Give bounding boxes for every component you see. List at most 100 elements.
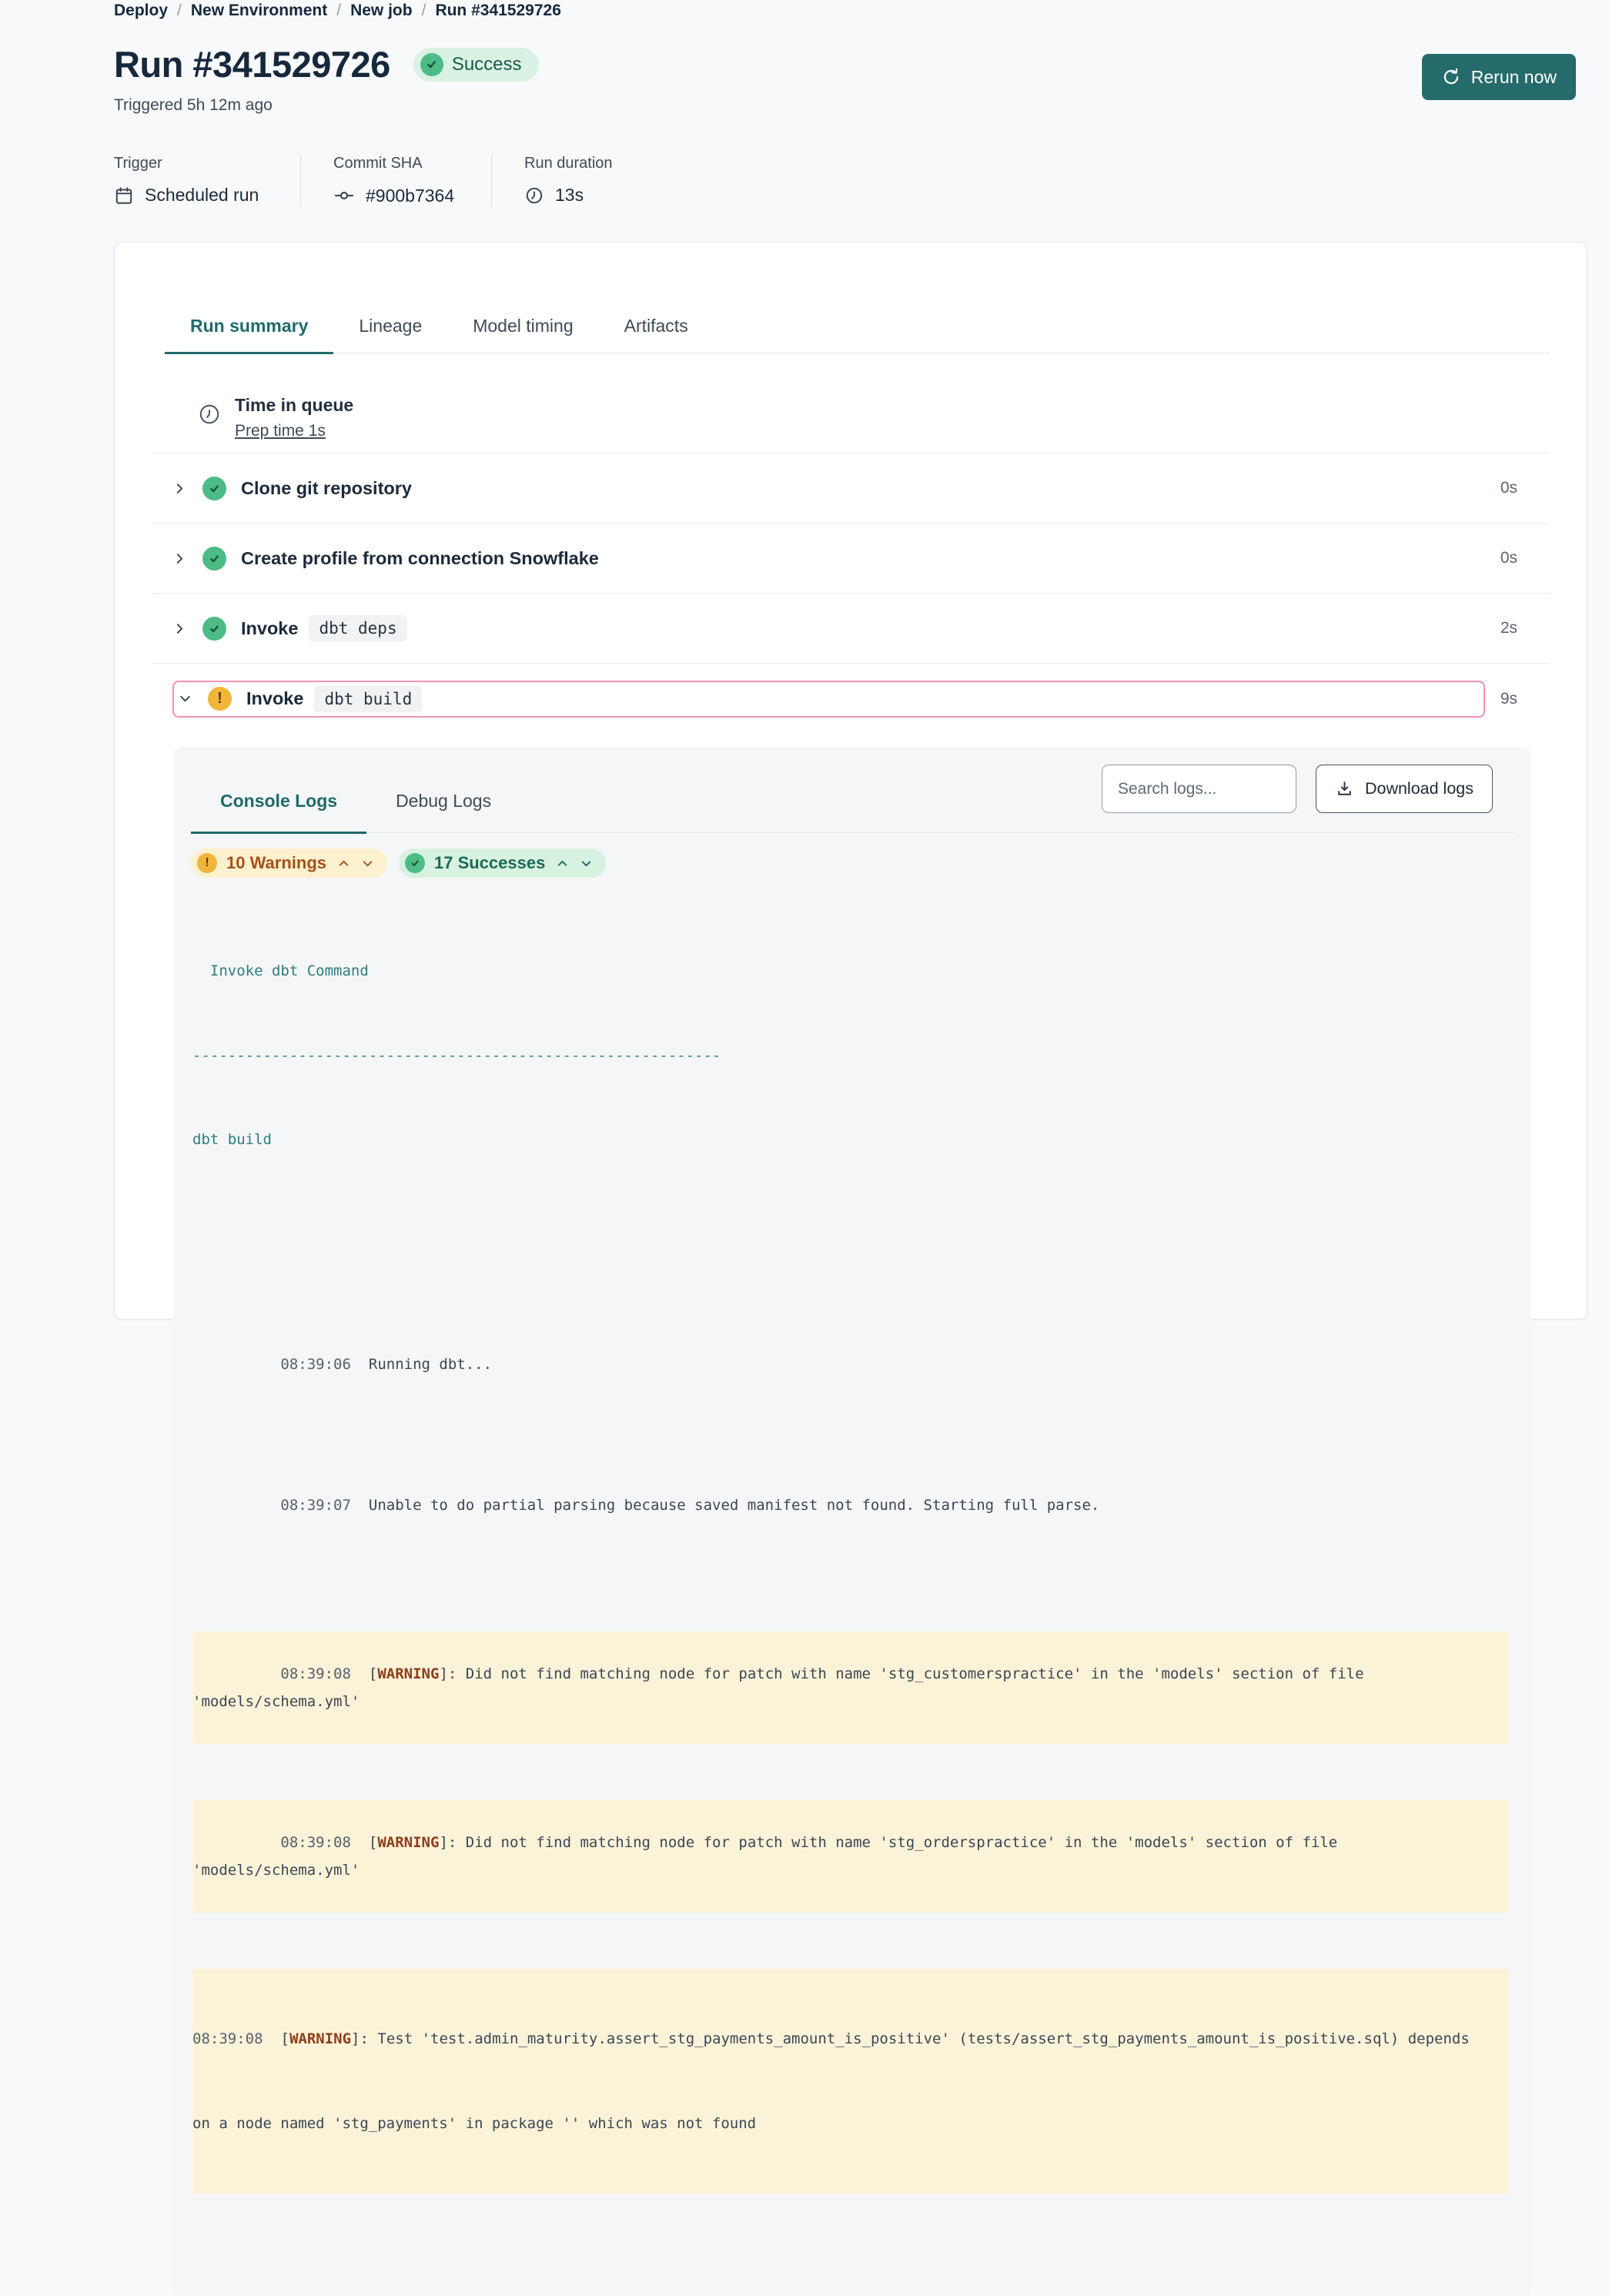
meta-commit-value: #900b7364 bbox=[366, 186, 454, 206]
breadcrumb-separator: / bbox=[336, 2, 341, 20]
meta-trigger-label: Trigger bbox=[114, 155, 268, 172]
step-code-chip: dbt build bbox=[314, 686, 422, 712]
chevron-right-icon[interactable] bbox=[173, 482, 186, 495]
tab-debug-logs[interactable]: Debug Logs bbox=[366, 791, 520, 834]
warning-token: WARNING bbox=[289, 2030, 351, 2047]
log-separator: ----------------------------------------… bbox=[192, 1042, 1509, 1070]
step-duration: 0s bbox=[1500, 479, 1517, 497]
status-badge: Success bbox=[413, 48, 539, 82]
warnings-badge[interactable]: ! 10 Warnings bbox=[191, 848, 387, 878]
warning-token: WARNING bbox=[377, 1665, 439, 1682]
queue-clock-icon bbox=[198, 395, 221, 440]
time-in-queue: Time in queue Prep time 1s bbox=[198, 395, 1550, 440]
meta-duration-value: 13s bbox=[555, 185, 584, 206]
log-line-warning: 08:39:08[WARNING]: Did not find matching… bbox=[192, 1800, 1509, 1913]
header: Run #341529726 Success bbox=[114, 43, 1587, 85]
breadcrumb-separator: / bbox=[422, 2, 427, 20]
breadcrumb-item-environment[interactable]: New Environment bbox=[191, 2, 327, 20]
step-duration: 2s bbox=[1500, 619, 1517, 638]
chevron-right-icon[interactable] bbox=[173, 552, 186, 565]
caret-up-icon[interactable] bbox=[337, 857, 350, 870]
breadcrumb: Deploy / New Environment / New job / Run… bbox=[114, 0, 1587, 20]
commit-icon bbox=[333, 185, 355, 206]
log-filter-badges: ! 10 Warnings 17 Successes bbox=[191, 848, 1530, 878]
log-timestamp: 08:39:07 bbox=[280, 1497, 351, 1514]
step-row-clone-git[interactable]: Clone git repository 0s bbox=[152, 454, 1550, 524]
log-message-continuation: on a node named 'stg_payments' in packag… bbox=[192, 2110, 1509, 2138]
meta-commit-label: Commit SHA bbox=[333, 155, 459, 172]
chevron-down-icon[interactable] bbox=[179, 692, 192, 705]
log-line-warning: 08:39:08[WARNING]: Did not find matching… bbox=[192, 1632, 1509, 1744]
meta-duration: Run duration 13s bbox=[491, 155, 645, 206]
selected-step-box[interactable]: ! Invoke dbt build bbox=[172, 681, 1485, 718]
log-message: Running dbt... bbox=[369, 1356, 492, 1373]
log-line: 08:39:06 Running dbt... bbox=[192, 1323, 1509, 1407]
breadcrumb-item-job[interactable]: New job bbox=[350, 2, 413, 20]
log-blank-line bbox=[192, 1210, 1509, 1239]
tab-run-summary[interactable]: Run summary bbox=[165, 316, 333, 354]
step-label: Invoke bbox=[246, 688, 303, 709]
meta-commit: Commit SHA #900b7364 bbox=[300, 155, 491, 206]
caret-down-icon[interactable] bbox=[361, 857, 374, 870]
run-meta: Trigger Scheduled run Commit SHA #900b73… bbox=[114, 155, 1587, 206]
rerun-button-label: Rerun now bbox=[1471, 67, 1557, 88]
calendar-icon bbox=[114, 186, 134, 206]
log-message: Unable to do partial parsing because sav… bbox=[369, 1497, 1099, 1514]
step-label: Invoke bbox=[241, 618, 298, 639]
log-timestamp: 08:39:08 bbox=[280, 1834, 351, 1851]
check-icon bbox=[420, 53, 443, 76]
step-code-chip: dbt deps bbox=[309, 615, 406, 641]
triggered-text: Triggered 5h 12m ago bbox=[114, 96, 1587, 115]
refresh-icon bbox=[1441, 67, 1461, 87]
step-duration: 9s bbox=[1500, 690, 1517, 708]
warning-icon: ! bbox=[208, 687, 232, 711]
tab-artifacts[interactable]: Artifacts bbox=[599, 316, 714, 354]
success-icon bbox=[202, 547, 226, 571]
log-timestamp: 08:39:08 bbox=[280, 1665, 351, 1682]
step-duration: 0s bbox=[1500, 549, 1517, 567]
log-message: Test 'test.admin_maturity.assert_stg_pay… bbox=[377, 2030, 1469, 2047]
breadcrumb-item-deploy[interactable]: Deploy bbox=[114, 2, 168, 20]
log-command: dbt build bbox=[192, 1126, 1509, 1154]
meta-trigger-value: Scheduled run bbox=[145, 185, 259, 206]
console-panel: Console Logs Debug Logs Download logs ! … bbox=[174, 748, 1530, 2296]
rerun-button[interactable]: Rerun now bbox=[1422, 54, 1576, 100]
tab-console-logs[interactable]: Console Logs bbox=[191, 791, 366, 834]
warning-token: WARNING bbox=[377, 1834, 439, 1851]
page-title: Run #341529726 bbox=[114, 43, 390, 85]
successes-badge[interactable]: 17 Successes bbox=[399, 848, 606, 878]
log-line-warning: 08:39:08[WARNING]: Test 'test.admin_matu… bbox=[192, 1969, 1509, 2194]
download-logs-button[interactable]: Download logs bbox=[1316, 765, 1493, 813]
log-message: Did not find matching node for patch wit… bbox=[192, 1834, 1346, 1879]
log-command-header: Invoke dbt Command bbox=[192, 957, 1509, 986]
chevron-right-icon[interactable] bbox=[173, 622, 186, 635]
meta-trigger: Trigger Scheduled run bbox=[114, 155, 300, 206]
run-tabs: Run summary Lineage Model timing Artifac… bbox=[165, 243, 1550, 353]
successes-badge-label: 17 Successes bbox=[434, 853, 545, 873]
breadcrumb-separator: / bbox=[177, 2, 182, 20]
warning-icon: ! bbox=[197, 853, 217, 873]
success-icon bbox=[202, 617, 226, 641]
step-label: Create profile from connection Snowflake bbox=[241, 548, 599, 569]
run-detail-page: Deploy / New Environment / New job / Run… bbox=[114, 0, 1587, 1320]
warnings-badge-label: 10 Warnings bbox=[226, 853, 326, 873]
queue-title: Time in queue bbox=[235, 395, 353, 416]
meta-duration-label: Run duration bbox=[524, 155, 613, 172]
success-icon bbox=[202, 477, 226, 500]
prep-time-link[interactable]: Prep time 1s bbox=[235, 422, 353, 440]
step-label: Clone git repository bbox=[241, 478, 412, 499]
caret-up-icon[interactable] bbox=[556, 857, 569, 870]
search-logs-input[interactable] bbox=[1102, 765, 1296, 813]
download-icon bbox=[1335, 779, 1354, 798]
success-icon bbox=[405, 853, 425, 873]
log-area: Invoke dbt Command ---------------------… bbox=[192, 901, 1509, 2250]
tab-lineage[interactable]: Lineage bbox=[333, 316, 447, 354]
log-timestamp: 08:39:06 bbox=[280, 1356, 351, 1373]
step-row-dbt-build[interactable]: ! Invoke dbt build 9s bbox=[152, 664, 1550, 734]
log-timestamp: 08:39:08 bbox=[192, 2030, 263, 2047]
tab-model-timing[interactable]: Model timing bbox=[447, 316, 598, 354]
caret-down-icon[interactable] bbox=[580, 857, 593, 870]
console-controls: Download logs bbox=[1102, 765, 1493, 813]
step-row-create-profile[interactable]: Create profile from connection Snowflake… bbox=[152, 524, 1550, 594]
step-row-dbt-deps[interactable]: Invoke dbt deps 2s bbox=[152, 594, 1550, 664]
